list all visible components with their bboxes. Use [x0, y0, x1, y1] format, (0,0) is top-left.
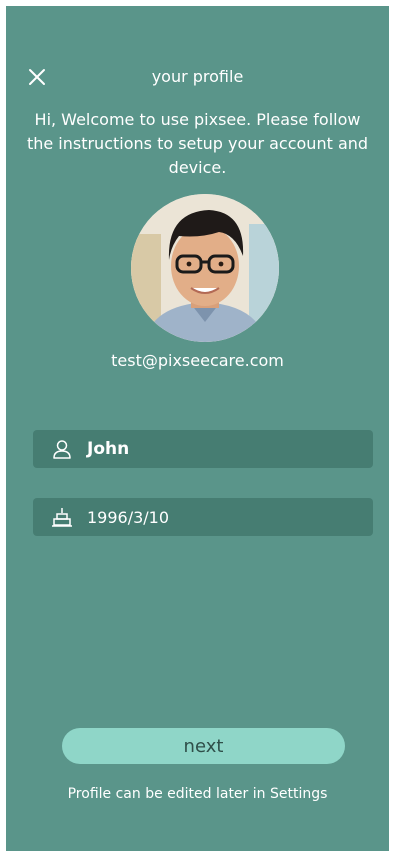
welcome-message: Hi, Welcome to use pixsee. Please follow… [26, 110, 369, 177]
user-email: test@pixseecare.com [111, 351, 284, 370]
birthday-field[interactable]: 1996/3/10 [33, 498, 373, 536]
name-field[interactable]: John [33, 430, 373, 468]
profile-screen: your profile Hi, Welcome to use pixsee. … [6, 6, 389, 851]
birthday-cake-icon [51, 506, 73, 528]
person-icon [51, 438, 73, 460]
settings-hint: Profile can be edited later in Settings [67, 786, 328, 802]
avatar[interactable] [131, 194, 279, 342]
birthday-value: 1996/3/10 [87, 507, 170, 527]
page-title: your profile [151, 67, 244, 86]
name-value: John [87, 439, 130, 459]
user-avatar-photo [131, 194, 279, 342]
next-button[interactable]: next [62, 728, 345, 764]
